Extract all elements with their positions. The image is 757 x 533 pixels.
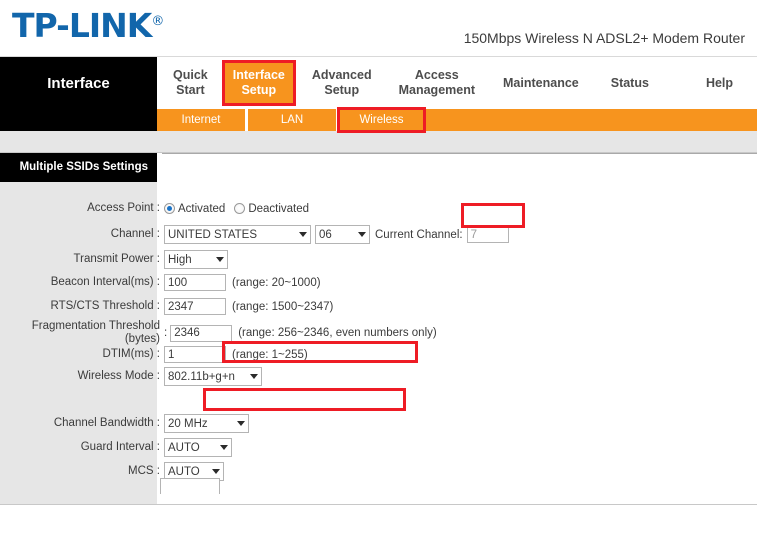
label-rts-cts-threshold: RTS/CTS Threshold : [50,300,160,312]
tab-interface-setup[interactable]: Interface Setup [221,60,296,106]
select-region-value: UNITED STATES [168,228,258,241]
rts-cts-controls: (range: 1500~2347) [164,298,333,315]
sub-navigation: Internet LAN Wireless [0,107,757,133]
radio-activated-icon[interactable] [164,203,175,214]
chevron-down-icon [299,232,307,237]
subtab-lan[interactable]: LAN [248,109,339,131]
row-rts-cts-threshold: RTS/CTS Threshold : (range: 1500~2347) [0,298,333,315]
label-channel: Channel : [110,228,160,240]
beacon-interval-input[interactable] [164,274,226,291]
label-wireless-mode: Wireless Mode : [77,370,160,382]
label-mcs: MCS : [128,465,160,477]
radio-activated[interactable]: Activated [164,203,225,215]
row-beacon-interval: Beacon Interval(ms) : (range: 20~1000) [0,274,321,291]
main-navigation: Interface Quick Start Interface Setup Ad… [0,57,757,109]
section-header-multiple-ssids-settings: Multiple SSIDs Settings [0,152,157,182]
hint-beacon-interval: (range: 20~1000) [232,276,321,289]
transmit-power-controls: High [164,250,228,269]
label-transmit-power: Transmit Power : [73,253,160,265]
row-channel: Channel : UNITED STATES 06 Current Chann… [0,225,509,244]
radio-deactivated[interactable]: Deactivated [234,203,309,215]
tab-access-management[interactable]: Access Management [392,63,482,103]
label-fragmentation-threshold: Fragmentation Threshold (bytes) [31,320,160,345]
tab-status[interactable]: Status [604,71,656,96]
product-name: 150Mbps Wireless N ADSL2+ Modem Router [463,30,745,46]
rts-cts-threshold-input[interactable] [164,298,226,315]
channel-controls: UNITED STATES 06 Current Channel: [164,225,509,244]
chevron-down-icon [220,445,228,450]
label-dtim: DTIM(ms) : [102,348,160,360]
separator-band [0,131,757,152]
chevron-down-icon [237,421,245,426]
row-fragmentation-threshold: Fragmentation Threshold (bytes) : (range… [0,320,437,346]
wireless-mode-controls: 802.11b+g+n [164,367,262,386]
settings-content: Access Point Settings 11n Settings Multi… [0,152,757,533]
row-dtim: DTIM(ms) : (range: 1~255) [0,346,308,363]
select-guard-interval[interactable]: AUTO [164,438,232,457]
label-fragmentation-colon: : [164,327,168,339]
row-channel-bandwidth: Channel Bandwidth : 20 MHz [0,414,249,433]
row-access-point: Access Point : Activated Deactivated [0,202,318,215]
multiple-ssids-partial-input[interactable] [160,478,220,494]
row-wireless-mode: Wireless Mode : 802.11b+g+n [0,367,262,386]
nav-brand-label: Interface [0,57,157,109]
dtim-input[interactable] [164,346,226,363]
guard-interval-controls: AUTO [164,438,232,457]
subnav-items: Internet LAN Wireless [157,107,426,133]
tab-help[interactable]: Help [699,71,740,96]
registered-trademark-icon: ® [151,14,164,29]
label-guard-interval: Guard Interval : [80,441,160,453]
chevron-down-icon [216,257,224,262]
select-channel-number[interactable]: 06 [315,225,370,244]
radio-deactivated-icon[interactable] [234,203,246,214]
subtab-internet[interactable]: Internet [157,109,248,131]
row-guard-interval: Guard Interval : AUTO [0,438,232,457]
page-header: TP-LINK® 150Mbps Wireless N ADSL2+ Modem… [0,0,757,57]
tab-advanced-setup[interactable]: Advanced Setup [305,63,379,103]
tab-quick-start[interactable]: Quick Start [166,63,215,103]
select-channel-bandwidth[interactable]: 20 MHz [164,414,249,433]
chevron-down-icon [250,374,258,379]
tp-link-logo: TP-LINK® [12,6,164,45]
select-transmit-power[interactable]: High [164,250,228,269]
dtim-controls: (range: 1~255) [164,346,308,363]
divider-bottom [0,152,757,153]
label-access-point: Access Point : [87,202,160,214]
select-mcs-value: AUTO [168,465,200,478]
hint-fragmentation-threshold: (range: 256~2346, even numbers only) [238,327,437,339]
row-transmit-power: Transmit Power : High [0,250,228,269]
label-beacon-interval: Beacon Interval(ms) : [50,276,160,288]
select-channel-bandwidth-value: 20 MHz [168,417,208,430]
tab-maintenance[interactable]: Maintenance [496,71,586,96]
hint-dtim: (range: 1~255) [232,348,308,361]
current-channel-value [466,226,509,243]
select-wireless-mode-value: 802.11b+g+n [168,370,235,383]
chevron-down-icon [212,469,220,474]
select-region[interactable]: UNITED STATES [164,225,311,244]
radio-deactivated-label: Deactivated [248,202,310,215]
beacon-interval-controls: (range: 20~1000) [164,274,321,291]
label-current-channel: Current Channel: [375,228,463,241]
fragmentation-threshold-input[interactable] [170,324,233,342]
nav-items: Quick Start Interface Setup Advanced Set… [157,57,757,109]
select-wireless-mode[interactable]: 802.11b+g+n [164,367,262,386]
select-channel-number-value: 06 [319,228,332,241]
logo-text: TP-LINK [12,6,152,45]
label-channel-bandwidth: Channel Bandwidth : [53,417,160,429]
access-point-radio-group: Activated Deactivated [164,203,318,215]
subtab-wireless[interactable]: Wireless [337,107,426,133]
select-transmit-power-value: High [168,253,192,266]
select-guard-interval-value: AUTO [168,441,200,454]
bottom-rule [0,504,757,505]
hint-rts-cts-threshold: (range: 1500~2347) [232,300,334,313]
chevron-down-icon [358,232,366,237]
radio-activated-label: Activated [178,202,226,215]
fragmentation-controls: : (range: 256~2346, even numbers only) [164,324,437,342]
subnav-left-filler [0,109,157,131]
channel-bandwidth-controls: 20 MHz [164,414,249,433]
